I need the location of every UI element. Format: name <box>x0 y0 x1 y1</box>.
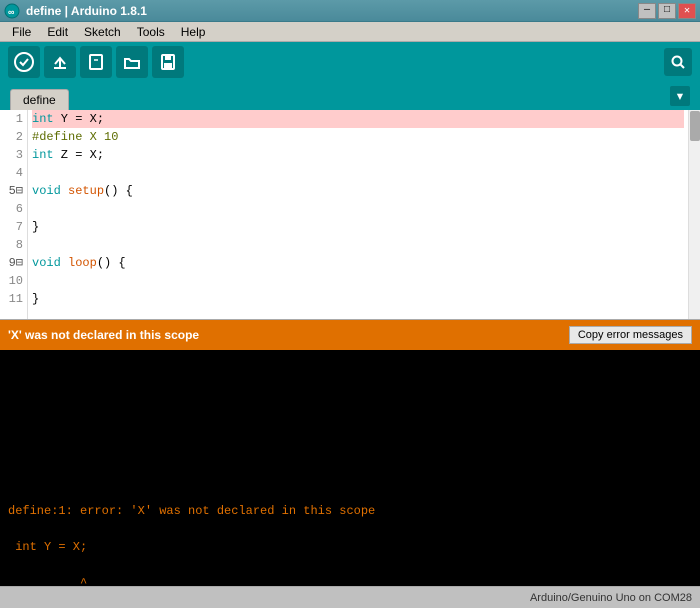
menu-item-tools[interactable]: Tools <box>129 22 173 42</box>
code-line-7: } <box>32 218 684 236</box>
console-line-4 <box>8 430 692 448</box>
line-number-4: 4 <box>0 164 23 182</box>
code-line-11: } <box>32 290 684 308</box>
console-line-0 <box>8 358 692 376</box>
editor-scrollbar[interactable] <box>688 110 700 319</box>
console-line-5 <box>8 448 692 466</box>
code-line-8 <box>32 236 684 254</box>
line-number-8: 8 <box>0 236 23 254</box>
scroll-thumb[interactable] <box>690 111 700 141</box>
console-line-10: int Y = X; <box>8 538 692 556</box>
code-line-1: int Y = X; <box>32 110 684 128</box>
toolbar <box>0 42 700 82</box>
console-line-9 <box>8 520 692 538</box>
title-bar: ∞ define | Arduino 1.8.1 — □ ✕ <box>0 0 700 22</box>
error-message: 'X' was not declared in this scope <box>8 328 199 342</box>
status-text: Arduino/Genuino Uno on COM28 <box>530 592 692 604</box>
new-button[interactable] <box>80 46 112 78</box>
tab-area: define ▾ <box>0 82 700 110</box>
title-left: ∞ define | Arduino 1.8.1 <box>4 3 147 19</box>
error-bar: 'X' was not declared in this scope Copy … <box>0 320 700 350</box>
console-line-7 <box>8 484 692 502</box>
console-line-11 <box>8 556 692 574</box>
code-line-2: #define X 10 <box>32 128 684 146</box>
code-line-9: void loop() { <box>32 254 684 272</box>
arduino-icon: ∞ <box>4 3 20 19</box>
line-number-3: 3 <box>0 146 23 164</box>
console-line-6 <box>8 466 692 484</box>
window-title: define | Arduino 1.8.1 <box>26 4 147 18</box>
editor-area[interactable]: 12345⊟6789⊟1011 int Y = X;#define X 10in… <box>0 110 700 320</box>
line-number-7: 7 <box>0 218 23 236</box>
tabs-left: define <box>10 89 69 110</box>
minimize-button[interactable]: — <box>638 3 656 19</box>
code-line-10 <box>32 272 684 290</box>
save-button[interactable] <box>152 46 184 78</box>
tab-define[interactable]: define <box>10 89 69 110</box>
console-line-3 <box>8 412 692 430</box>
line-number-9: 9⊟ <box>0 254 23 272</box>
menu-item-sketch[interactable]: Sketch <box>76 22 129 42</box>
maximize-button[interactable]: □ <box>658 3 676 19</box>
console-line-1 <box>8 376 692 394</box>
line-number-6: 6 <box>0 200 23 218</box>
code-area[interactable]: int Y = X;#define X 10int Z = X; void se… <box>28 110 688 319</box>
console-line-2 <box>8 394 692 412</box>
console-line-8: define:1: error: 'X' was not declared in… <box>8 502 692 520</box>
search-button[interactable] <box>664 48 692 76</box>
line-number-1: 1 <box>0 110 23 128</box>
code-line-3: int Z = X; <box>32 146 684 164</box>
upload-button[interactable] <box>44 46 76 78</box>
title-controls: — □ ✕ <box>638 3 696 19</box>
close-button[interactable]: ✕ <box>678 3 696 19</box>
line-number-11: 11 <box>0 290 23 308</box>
menu-item-file[interactable]: File <box>4 22 39 42</box>
open-button[interactable] <box>116 46 148 78</box>
line-number-2: 2 <box>0 128 23 146</box>
main-content: 12345⊟6789⊟1011 int Y = X;#define X 10in… <box>0 110 700 586</box>
svg-text:∞: ∞ <box>8 7 15 17</box>
line-numbers: 12345⊟6789⊟1011 <box>0 110 28 319</box>
code-line-4 <box>32 164 684 182</box>
console-area[interactable]: define:1: error: 'X' was not declared in… <box>0 350 700 586</box>
copy-error-button[interactable]: Copy error messages <box>569 326 692 344</box>
menu-item-edit[interactable]: Edit <box>39 22 76 42</box>
code-line-5: void setup() { <box>32 182 684 200</box>
line-number-10: 10 <box>0 272 23 290</box>
line-number-5: 5⊟ <box>0 182 23 200</box>
verify-button[interactable] <box>8 46 40 78</box>
tab-dropdown[interactable]: ▾ <box>670 86 690 106</box>
menu-item-help[interactable]: Help <box>173 22 214 42</box>
menu-bar: FileEditSketchToolsHelp <box>0 22 700 42</box>
console-line-12: ^ <box>8 574 692 586</box>
code-line-6 <box>32 200 684 218</box>
status-bar: Arduino/Genuino Uno on COM28 <box>0 586 700 608</box>
